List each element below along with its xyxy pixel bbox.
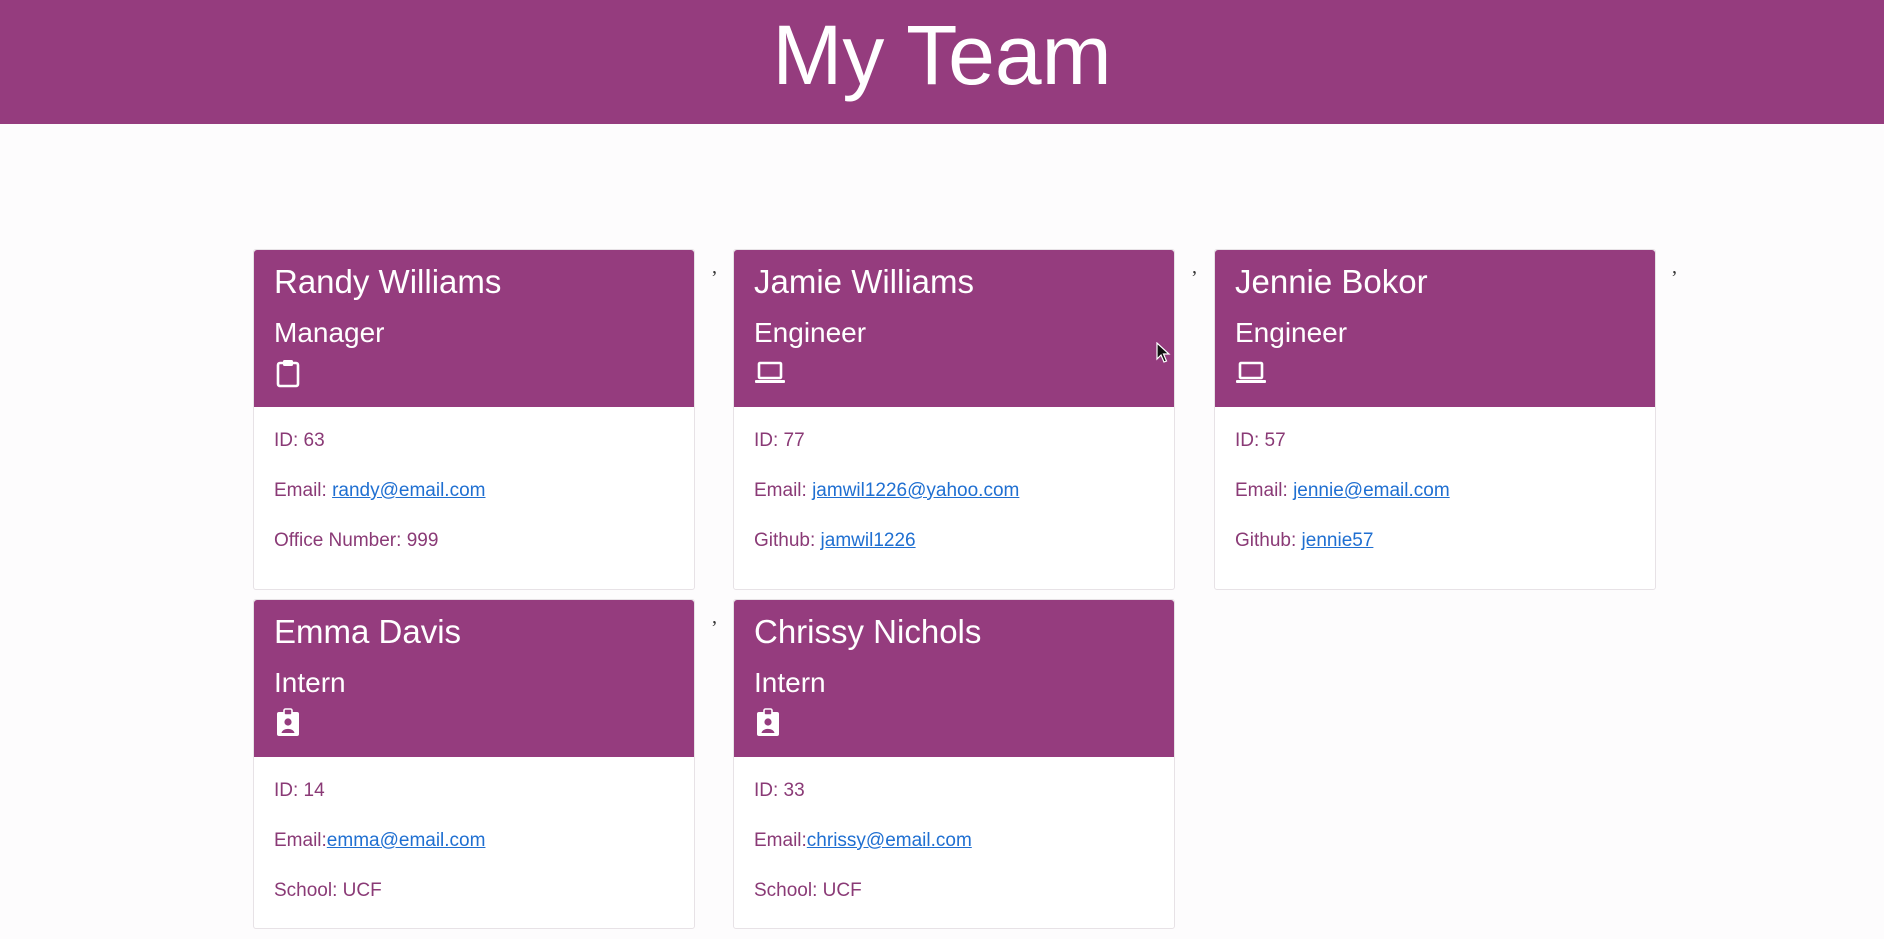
card-body: ID: 14 Email:emma@email.com School: UCF [254,757,694,939]
member-id: ID: 63 [274,430,325,451]
id-badge-icon [754,708,784,738]
card-header: Chrissy Nichols Intern [734,600,1174,757]
page-header: My Team [0,0,1884,124]
team-member-card: Randy Williams Manager ID: 63 Email: ran… [253,249,695,590]
id-badge-icon [274,708,304,738]
member-github-row: Github: jamwil1226 [754,529,1154,579]
email-label: Email: [754,830,807,851]
laptop-icon [754,358,785,388]
card-header: Randy Williams Manager [254,250,694,407]
email-link[interactable]: emma@email.com [327,830,486,851]
email-label: Email: [274,830,327,851]
github-link[interactable]: jennie57 [1302,530,1374,551]
member-name: Jamie Williams [754,263,975,300]
member-email-row: Email:chrissy@email.com [754,829,1154,879]
laptop-icon [1235,358,1266,388]
email-label: Email: [754,480,813,501]
member-github-row: Github: jennie57 [1235,529,1635,579]
card-header: Emma Davis Intern [254,600,694,757]
member-email-row: Email:emma@email.com [274,829,674,879]
email-link[interactable]: chrissy@email.com [807,830,972,851]
github-label: Github: [754,530,821,551]
card-header: Jennie Bokor Engineer [1215,250,1655,407]
member-role: Intern [754,667,826,698]
member-role: Intern [274,667,346,698]
member-name: Emma Davis [274,613,462,650]
team-member-card: Jennie Bokor Engineer ID: 57 Email: jenn… [1214,249,1656,590]
card-body: ID: 77 Email: jamwil1226@yahoo.com Githu… [734,407,1174,589]
member-name: Randy Williams [274,263,502,300]
member-id: ID: 33 [754,780,805,801]
member-id: ID: 57 [1235,430,1286,451]
member-email-row: Email: jennie@email.com [1235,479,1635,529]
member-name: Jennie Bokor [1235,263,1428,300]
member-name: Chrissy Nichols [754,613,982,650]
clipboard-icon [274,358,304,388]
member-school: School: UCF [274,880,382,901]
member-email-row: Email: randy@email.com [274,479,674,529]
card-body: ID: 57 Email: jennie@email.com Github: j… [1215,407,1655,589]
team-member-card: Chrissy Nichols Intern ID: 33 Email:chri… [733,599,1175,929]
page-title: My Team [772,8,1112,102]
mouse-cursor-icon [1156,341,1172,369]
member-email-row: Email: jamwil1226@yahoo.com [754,479,1154,529]
member-id: ID: 14 [274,780,325,801]
card-header: Jamie Williams Engineer [734,250,1174,407]
member-role: Engineer [1235,317,1348,348]
email-link[interactable]: randy@email.com [332,480,485,501]
github-label: Github: [1235,530,1302,551]
separator-text: , [1192,256,1197,278]
separator-text: , [712,606,717,628]
separator-text: , [712,256,717,278]
team-member-card: Emma Davis Intern ID: 14 Email:emma@emai… [253,599,695,929]
member-school: School: UCF [754,880,862,901]
card-body: ID: 33 Email:chrissy@email.com School: U… [734,757,1174,939]
email-label: Email: [274,480,333,501]
email-label: Email: [1235,480,1294,501]
member-id: ID: 77 [754,430,805,451]
email-link[interactable]: jamwil1226@yahoo.com [812,480,1019,501]
team-member-card: Jamie Williams Engineer ID: 77 Email: ja… [733,249,1175,590]
card-body: ID: 63 Email: randy@email.com Office Num… [254,407,694,589]
member-role: Manager [274,317,385,348]
github-link[interactable]: jamwil1226 [821,530,916,551]
email-link[interactable]: jennie@email.com [1293,480,1450,501]
member-role: Engineer [754,317,867,348]
separator-text: , [1672,256,1677,278]
member-office-number: Office Number: 999 [274,530,439,551]
